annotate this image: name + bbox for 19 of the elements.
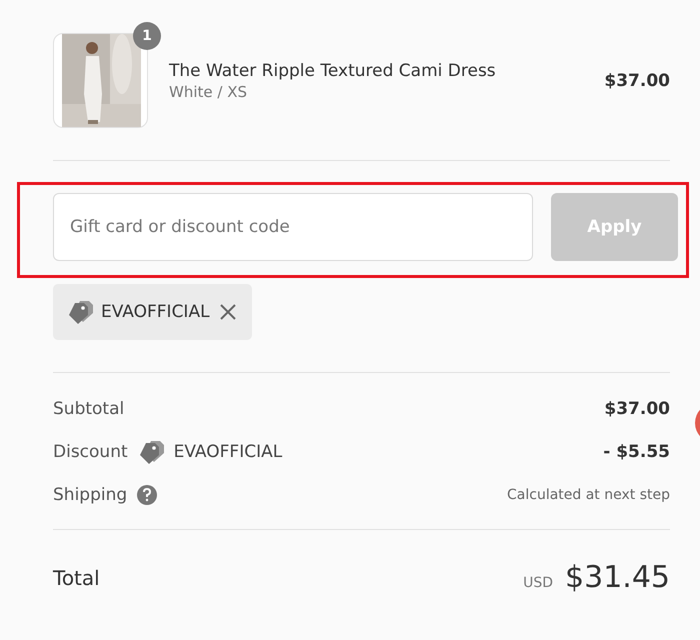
tag-icon <box>67 299 93 325</box>
discount-code: EVAOFFICIAL <box>101 302 210 322</box>
summary-value: Calculated at next step <box>507 487 670 503</box>
quantity-badge: 1 <box>133 22 161 50</box>
currency-code: USD <box>523 575 554 591</box>
summary-value: - $5.55 <box>603 442 670 462</box>
product-price: $37.00 <box>604 70 670 90</box>
total-label: Total <box>53 566 100 590</box>
summary-label: Discount <box>53 442 128 462</box>
help-icon[interactable] <box>137 485 158 505</box>
product-title: The Water Ripple Textured Cami Dress <box>169 60 497 80</box>
total-amount: $31.45 <box>565 560 670 595</box>
product-variant: White / XS <box>169 82 248 100</box>
summary-value: $37.00 <box>604 399 670 419</box>
summary-label: Subtotal <box>53 399 124 419</box>
discount-code: EVAOFFICIAL <box>174 442 282 462</box>
tag-icon <box>138 439 164 465</box>
summary-label: Shipping <box>53 485 128 505</box>
close-icon[interactable] <box>218 302 238 322</box>
